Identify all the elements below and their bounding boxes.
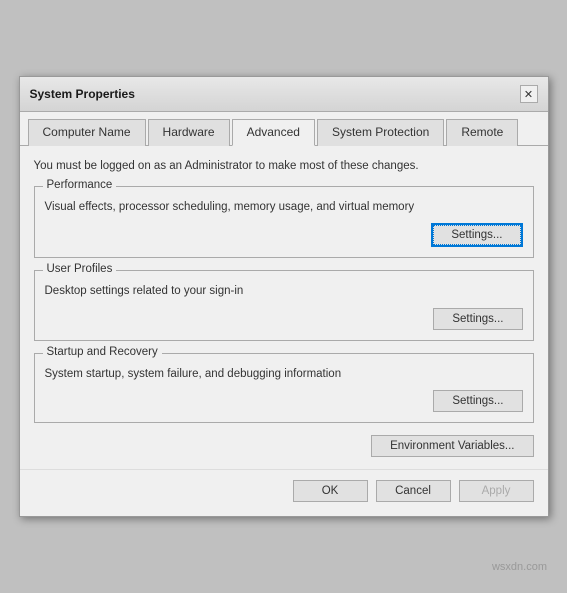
tab-remote[interactable]: Remote	[446, 119, 518, 146]
startup-recovery-btn-row: Settings...	[45, 390, 523, 412]
footer: OK Cancel Apply	[20, 469, 548, 516]
performance-description: Visual effects, processor scheduling, me…	[45, 199, 523, 215]
user-profiles-description: Desktop settings related to your sign-in	[45, 283, 523, 299]
admin-notice: You must be logged on as an Administrato…	[34, 158, 534, 174]
startup-recovery-section-title: Startup and Recovery	[43, 346, 162, 358]
tab-computer-name[interactable]: Computer Name	[28, 119, 146, 146]
close-button[interactable]: ✕	[520, 85, 538, 103]
tab-advanced[interactable]: Advanced	[232, 119, 315, 146]
user-profiles-btn-row: Settings...	[45, 308, 523, 330]
title-bar: System Properties ✕	[20, 77, 548, 112]
performance-btn-row: Settings...	[45, 223, 523, 247]
env-variables-row: Environment Variables...	[34, 435, 534, 457]
user-profiles-section: User Profiles Desktop settings related t…	[34, 270, 534, 340]
startup-recovery-settings-button[interactable]: Settings...	[433, 390, 522, 412]
tab-system-protection[interactable]: System Protection	[317, 119, 444, 146]
apply-button[interactable]: Apply	[459, 480, 534, 502]
tab-bar: Computer Name Hardware Advanced System P…	[20, 112, 548, 146]
tab-content: You must be logged on as an Administrato…	[20, 146, 548, 468]
startup-recovery-description: System startup, system failure, and debu…	[45, 366, 523, 382]
user-profiles-section-title: User Profiles	[43, 263, 117, 275]
user-profiles-settings-button[interactable]: Settings...	[433, 308, 522, 330]
ok-button[interactable]: OK	[293, 480, 368, 502]
performance-section: Performance Visual effects, processor sc…	[34, 186, 534, 258]
window-title: System Properties	[30, 87, 135, 101]
environment-variables-button[interactable]: Environment Variables...	[371, 435, 533, 457]
performance-section-title: Performance	[43, 179, 117, 191]
startup-recovery-section: Startup and Recovery System startup, sys…	[34, 353, 534, 423]
tab-hardware[interactable]: Hardware	[148, 119, 230, 146]
cancel-button[interactable]: Cancel	[376, 480, 451, 502]
system-properties-window: System Properties ✕ Computer Name Hardwa…	[19, 76, 549, 516]
watermark: wsxdn.com	[492, 561, 547, 573]
performance-settings-button[interactable]: Settings...	[431, 223, 522, 247]
